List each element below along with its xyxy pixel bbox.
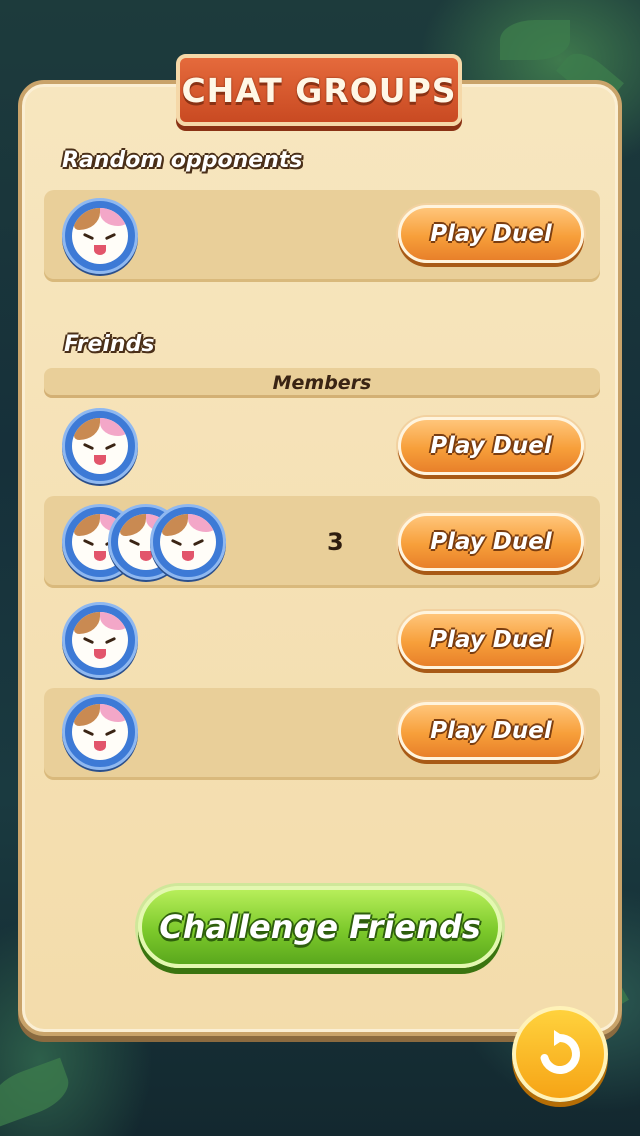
refresh-button[interactable] [512, 1006, 608, 1102]
cat-avatar-icon [62, 198, 138, 274]
play-duel-label: Play Duel [430, 221, 552, 247]
background-leaf [500, 20, 570, 60]
cat-avatar-icon [62, 408, 138, 484]
member-count: 3 [327, 528, 344, 556]
background-leaf [0, 1057, 76, 1127]
play-duel-label: Play Duel [430, 433, 552, 459]
random-opponents-label: Random opponents [62, 148, 303, 173]
page-title: CHAT GROUPS [181, 70, 457, 110]
play-duel-button[interactable]: Play Duel [398, 611, 584, 669]
random-opponent-row: Play Duel [44, 190, 600, 282]
play-duel-button[interactable]: Play Duel [398, 205, 584, 263]
members-header: Members [44, 368, 600, 398]
play-duel-button[interactable]: Play Duel [398, 417, 584, 475]
play-duel-button[interactable]: Play Duel [398, 702, 584, 760]
members-header-label: Members [272, 372, 372, 394]
friend-group-row: Play Duel [44, 400, 600, 492]
cat-avatar-icon [150, 504, 226, 580]
play-duel-label: Play Duel [430, 627, 552, 653]
challenge-friends-label: Challenge Friends [159, 908, 481, 946]
friend-group-row: Play Duel [44, 594, 600, 686]
play-duel-label: Play Duel [430, 718, 552, 744]
challenge-friends-button[interactable]: Challenge Friends [138, 886, 502, 968]
cat-avatar-icon [62, 694, 138, 770]
friends-label: Freinds [64, 332, 155, 357]
friend-group-row: Play Duel [44, 688, 600, 780]
friend-group-row: 3 Play Duel [44, 496, 600, 588]
play-duel-button[interactable]: Play Duel [398, 513, 584, 571]
cat-avatar-icon [62, 602, 138, 678]
refresh-icon [540, 1030, 580, 1074]
title-banner: CHAT GROUPS [176, 54, 462, 126]
play-duel-label: Play Duel [430, 529, 552, 555]
